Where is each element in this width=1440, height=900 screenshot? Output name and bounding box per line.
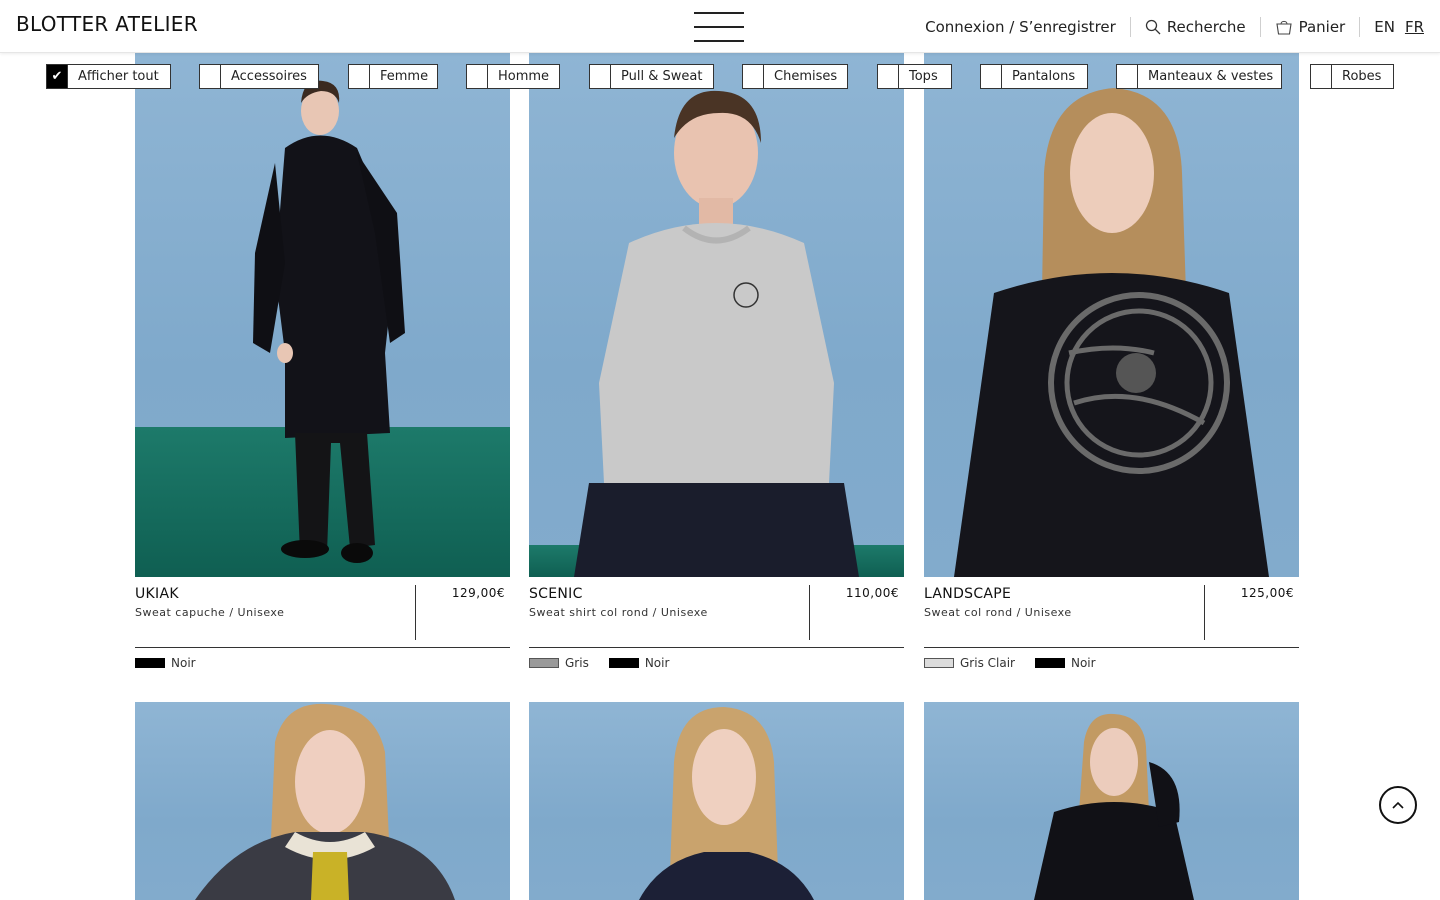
product-info: LANDSCAPE Sweat col rond / Unisexe 125,0…	[924, 577, 1299, 683]
checkbox[interactable]	[590, 65, 611, 88]
filter-pantalons[interactable]: Pantalons	[980, 64, 1088, 89]
lang-fr-link[interactable]: FR	[1405, 18, 1424, 36]
product-image[interactable]	[529, 53, 904, 577]
product-image[interactable]	[135, 53, 510, 577]
filter-label: Chemises	[774, 69, 838, 84]
divider	[529, 647, 904, 648]
color-label: Gris Clair	[960, 656, 1015, 670]
color-swatches: Noir	[135, 656, 196, 670]
filter-manteaux-vestes[interactable]: Manteaux & vestes	[1116, 64, 1282, 89]
checkbox[interactable]	[1311, 65, 1332, 88]
login-link[interactable]: Connexion / S’enregistrer	[911, 17, 1130, 37]
header-nav: Connexion / S’enregistrer Recherche Pani…	[911, 0, 1424, 53]
product-card[interactable]: UKIAK Sweat capuche / Unisexe 129,00€ No…	[135, 53, 510, 683]
checkbox-checked[interactable]: ✔	[47, 65, 68, 88]
divider	[924, 647, 1299, 648]
model-figure	[195, 703, 455, 900]
filter-label: Pantalons	[1012, 69, 1076, 84]
filter-homme[interactable]: Homme	[466, 64, 560, 89]
cart-link[interactable]: Panier	[1261, 17, 1360, 37]
model-figure	[253, 80, 405, 563]
color-swatch	[1034, 658, 1065, 668]
model-figure	[1034, 713, 1194, 900]
filter-label: Femme	[380, 69, 429, 84]
color-option[interactable]: Gris Clair	[924, 656, 1015, 670]
product-image[interactable]	[924, 53, 1299, 577]
filter-label: Afficher tout	[78, 69, 159, 84]
checkbox[interactable]	[878, 65, 899, 88]
checkbox[interactable]	[349, 65, 370, 88]
color-option[interactable]: Noir	[1034, 656, 1096, 670]
language-switcher: EN FR	[1360, 18, 1424, 36]
color-option[interactable]: Noir	[608, 656, 670, 670]
cart-label: Panier	[1298, 17, 1346, 36]
product-image[interactable]	[135, 702, 510, 900]
scroll-to-top-button[interactable]	[1379, 786, 1417, 824]
search-label: Recherche	[1166, 17, 1246, 36]
filter-label: Robes	[1342, 69, 1382, 84]
color-swatch	[529, 658, 559, 668]
filter-afficher-tout[interactable]: ✔ Afficher tout	[46, 64, 171, 89]
color-option[interactable]: Noir	[135, 656, 196, 670]
filter-label: Pull & Sweat	[621, 69, 703, 84]
shopping-bag-icon	[1275, 20, 1292, 35]
product-image[interactable]	[924, 702, 1299, 900]
divider	[1204, 585, 1205, 640]
filter-tops[interactable]: Tops	[877, 64, 952, 89]
chevron-up-icon	[1392, 801, 1404, 809]
category-filters: ✔ Afficher tout Accessoires Femme Homme …	[0, 64, 1440, 90]
model-figure	[954, 88, 1269, 577]
filter-label: Tops	[909, 69, 938, 84]
hamburger-menu-icon[interactable]	[694, 11, 744, 43]
color-label: Gris	[565, 656, 589, 670]
checkbox[interactable]	[467, 65, 488, 88]
product-price: 125,00€	[1240, 586, 1294, 600]
checkbox[interactable]	[743, 65, 764, 88]
product-subtitle: Sweat shirt col rond / Unisexe	[529, 606, 708, 619]
divider	[135, 647, 510, 648]
filter-femme[interactable]: Femme	[348, 64, 438, 89]
filter-pull-sweat[interactable]: Pull & Sweat	[589, 64, 714, 89]
color-label: Noir	[171, 656, 196, 670]
filter-label: Manteaux & vestes	[1148, 69, 1274, 84]
color-option[interactable]: Gris	[529, 656, 589, 670]
color-label: Noir	[1070, 656, 1096, 670]
product-price: 129,00€	[451, 586, 505, 600]
checkbox[interactable]	[200, 65, 221, 88]
divider	[415, 585, 416, 640]
product-name[interactable]: SCENIC	[529, 586, 583, 602]
color-swatch	[135, 658, 165, 668]
lang-en-link[interactable]: EN	[1374, 18, 1395, 36]
filter-label: Homme	[498, 69, 550, 84]
search-link[interactable]: Recherche	[1131, 17, 1260, 37]
model-figure	[639, 707, 814, 900]
color-swatch	[924, 658, 954, 668]
filter-accessoires[interactable]: Accessoires	[199, 64, 319, 89]
filter-label: Accessoires	[231, 69, 307, 84]
product-name[interactable]: UKIAK	[135, 586, 179, 602]
product-image[interactable]	[529, 702, 904, 900]
color-swatches: Gris Clair Noir	[924, 656, 1096, 670]
divider	[809, 585, 810, 640]
filter-robes[interactable]: Robes	[1310, 64, 1394, 89]
checkbox[interactable]	[1117, 65, 1138, 88]
product-price: 110,00€	[845, 586, 899, 600]
color-swatch	[608, 658, 639, 668]
login-label: Connexion / S’enregistrer	[925, 17, 1116, 36]
site-logo[interactable]: BLOTTER ATELIER	[16, 12, 198, 36]
filter-chemises[interactable]: Chemises	[742, 64, 848, 89]
color-swatches: Gris Noir	[529, 656, 669, 670]
model-figure	[574, 90, 859, 577]
product-subtitle: Sweat col rond / Unisexe	[924, 606, 1072, 619]
product-info: SCENIC Sweat shirt col rond / Unisexe 11…	[529, 577, 904, 683]
product-card[interactable]: SCENIC Sweat shirt col rond / Unisexe 11…	[529, 53, 904, 683]
site-header: BLOTTER ATELIER Connexion / S’enregistre…	[0, 0, 1440, 53]
product-card[interactable]: LANDSCAPE Sweat col rond / Unisexe 125,0…	[924, 53, 1299, 683]
product-info: UKIAK Sweat capuche / Unisexe 129,00€ No…	[135, 577, 510, 683]
product-name[interactable]: LANDSCAPE	[924, 586, 1011, 602]
search-icon	[1145, 19, 1161, 34]
checkbox[interactable]	[981, 65, 1002, 88]
color-label: Noir	[644, 656, 670, 670]
product-subtitle: Sweat capuche / Unisexe	[135, 606, 285, 619]
